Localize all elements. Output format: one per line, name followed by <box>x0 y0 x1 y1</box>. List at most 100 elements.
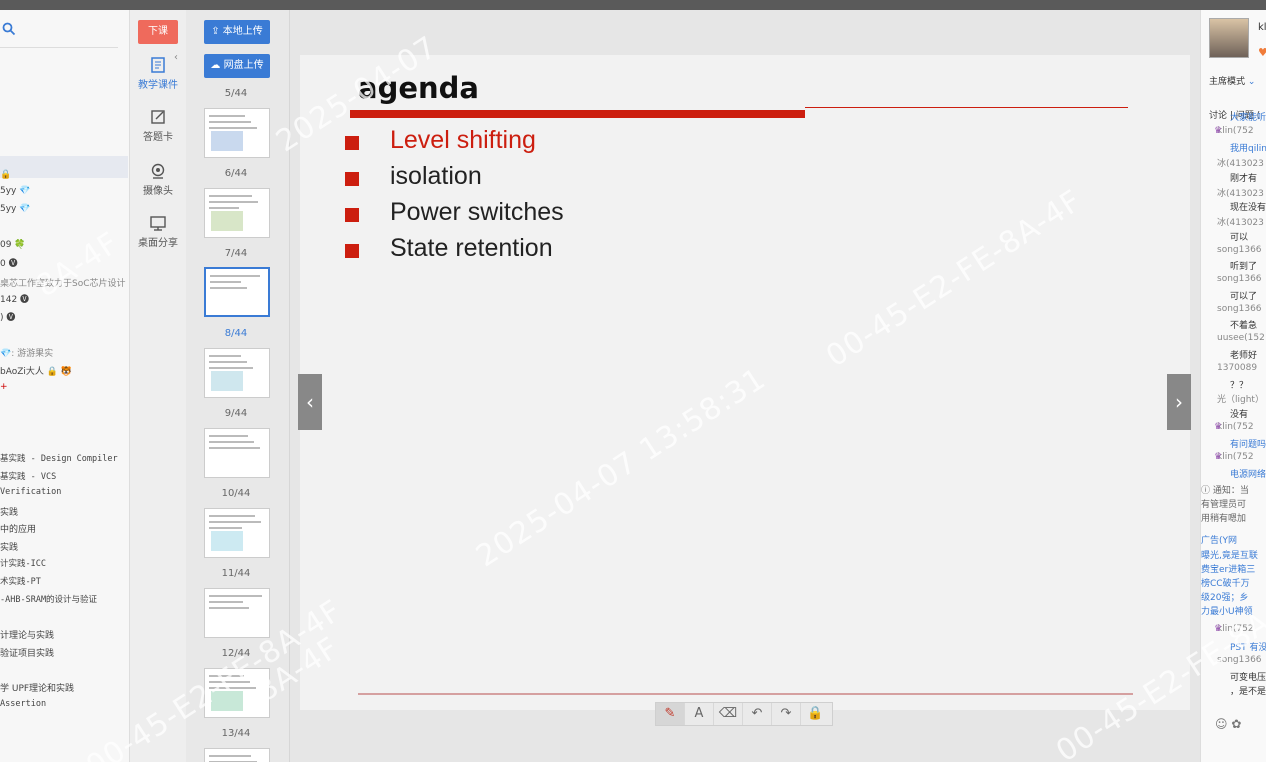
course-list-item[interactable]: ) 🅥 <box>0 310 15 323</box>
page-number: 8/44 <box>224 328 248 339</box>
course-list-item[interactable]: Assertion <box>0 699 46 709</box>
redo-icon[interactable]: ↷ <box>772 703 801 725</box>
chevron-right-icon: › <box>1175 390 1183 414</box>
course-list-item[interactable]: 桌芯工作室致力于SoC芯片设计 <box>0 276 126 289</box>
chat-message: 老师好 <box>1230 351 1258 361</box>
course-list-item[interactable]: 基实践 - Design Compiler <box>0 452 118 464</box>
page-number: 11/44 <box>221 568 251 579</box>
settings-icon[interactable]: ✿ <box>1231 717 1241 731</box>
page-number: 9/44 <box>224 408 248 419</box>
course-list-item[interactable]: bAoZi大人 🔒 🐯 <box>0 364 72 377</box>
chat-message: 光（light） <box>1217 395 1264 405</box>
chat-message: 广告(Y网 <box>1201 536 1238 546</box>
selected-list-item[interactable] <box>0 156 128 178</box>
chat-message: 有问题吗 <box>1230 440 1266 450</box>
chat-message: ？？ <box>1230 381 1249 391</box>
course-list-item[interactable]: 142 🅥 <box>0 292 29 305</box>
upload-icon: ⇪ <box>211 26 220 37</box>
search-divider <box>0 47 118 48</box>
slide-footer-line <box>358 693 1133 695</box>
text-icon[interactable]: A <box>685 703 714 725</box>
course-list-item[interactable]: Verification <box>0 487 61 497</box>
course-list-item[interactable]: 计理论与实践 <box>0 628 54 641</box>
slide-thumbnail[interactable] <box>204 267 270 317</box>
pen-icon[interactable]: ✎ <box>656 703 685 725</box>
chat-message: 刚才有 <box>1230 174 1258 184</box>
course-list-item[interactable]: 5yy 💎 <box>0 186 30 196</box>
local-upload-button[interactable]: ⇪ 本地上传 <box>204 20 270 44</box>
mode-label: 主席模式 <box>1209 77 1246 87</box>
slide-thumbnail[interactable] <box>204 748 270 762</box>
page-number: 10/44 <box>221 488 251 499</box>
course-list-item[interactable]: + <box>0 382 8 392</box>
chat-message: 不着急 <box>1230 321 1258 331</box>
tool-answer-card[interactable]: 答题卡 <box>130 108 186 143</box>
slide-thumbnails-panel: ⇪ 本地上传 ☁ 网盘上传 5/44 6/44 7/44 8/44 9/44 10/44 1… <box>186 10 290 762</box>
chat-message: 现在没有 <box>1230 203 1266 213</box>
answer-card-icon <box>151 110 165 124</box>
course-list-item[interactable]: 中的应用 <box>0 522 36 535</box>
emoji-icon[interactable]: ☺ <box>1215 717 1228 731</box>
slide-thumbnail[interactable] <box>204 428 270 478</box>
page-number: 13/44 <box>221 728 251 739</box>
current-slide: agenda Level shifting isolation Power sw… <box>300 55 1190 710</box>
teacher-name: kl <box>1258 22 1266 33</box>
slide-thumbnail[interactable] <box>204 588 270 638</box>
chat-message: klin(752 <box>1217 422 1254 432</box>
tool-camera[interactable]: 摄像头 <box>130 162 186 197</box>
courseware-icon <box>151 57 165 73</box>
chat-bottom-toolbar: ☺ ✿ <box>1215 717 1241 731</box>
heart-icon[interactable]: ♥ <box>1258 46 1266 59</box>
lock-icon[interactable]: 🔒 <box>801 703 830 725</box>
course-list-item[interactable]: 5yy 💎 <box>0 204 30 214</box>
chat-message: 冰(413023 <box>1217 159 1264 169</box>
bullet-text: State retention <box>390 234 553 262</box>
slide-thumbnail[interactable] <box>204 348 270 398</box>
tool-courseware[interactable]: 教学课件 <box>130 56 186 91</box>
cloud-upload-label: 网盘上传 <box>223 60 264 71</box>
desktop-share-icon <box>150 216 166 231</box>
chevron-left-icon: ‹ <box>306 390 314 414</box>
course-list-item[interactable]: 计实践-ICC <box>0 557 46 569</box>
course-list-item[interactable]: -AHB-SRAM的设计与验证 <box>0 593 97 605</box>
course-list-item[interactable]: 09 🍀 <box>0 240 26 250</box>
undo-icon[interactable]: ↶ <box>743 703 772 725</box>
teacher-avatar[interactable] <box>1209 18 1249 58</box>
end-class-button[interactable]: 下课 <box>138 20 178 44</box>
slide-thumbnail[interactable] <box>204 508 270 558</box>
chat-message: 1370089 <box>1217 363 1258 373</box>
chat-message: klin(752 <box>1217 624 1254 634</box>
chat-message: 级20强；乡 <box>1201 593 1249 603</box>
chat-panel: kl ♥ 主席模式 ⌄ 讨论 | 问题 ( 大家能听klin(752♛我用qil… <box>1200 10 1266 762</box>
course-list-item[interactable]: 术实践-PT <box>0 575 41 587</box>
chat-message: 可以 <box>1230 233 1249 243</box>
chat-message: 没有 <box>1230 410 1249 420</box>
course-list-item[interactable]: 基实践 - VCS <box>0 470 56 482</box>
tool-label: 答题卡 <box>143 132 173 143</box>
tool-desktop-share[interactable]: 桌面分享 <box>130 214 186 249</box>
mode-selector[interactable]: 主席模式 ⌄ <box>1209 74 1255 87</box>
bullet-marker <box>345 244 359 258</box>
course-list-item[interactable]: 实践 <box>0 505 18 518</box>
chat-message: song1366 <box>1217 245 1262 255</box>
previous-slide-button[interactable]: ‹ <box>298 374 322 430</box>
page-number: 12/44 <box>221 648 251 659</box>
course-list-item[interactable]: 验证项目实践 <box>0 646 54 659</box>
cloud-upload-button[interactable]: ☁ 网盘上传 <box>204 54 270 78</box>
next-slide-button[interactable]: › <box>1167 374 1191 430</box>
eraser-icon[interactable]: ⌫ <box>714 703 743 725</box>
chat-message: 我用qilin <box>1230 144 1266 154</box>
slide-thumbnail[interactable] <box>204 188 270 238</box>
course-list-item[interactable]: 0 🅥 <box>0 256 18 269</box>
course-list-item[interactable]: 学 UPF理论和实践 <box>0 681 74 694</box>
bullet-text: isolation <box>390 162 482 190</box>
course-list-item[interactable]: 🔒 <box>0 170 11 180</box>
slide-thumbnail[interactable] <box>204 668 270 718</box>
course-list-item[interactable]: 💎: 游游果实 <box>0 346 53 359</box>
search-icon[interactable] <box>2 22 16 40</box>
slide-thumbnail[interactable] <box>204 108 270 158</box>
chat-message: song1366 <box>1217 274 1262 284</box>
member-badge-icon: ♛ <box>1214 422 1223 432</box>
chat-message: 曝光,竟是互联 <box>1201 551 1258 561</box>
course-list-item[interactable]: 实践 <box>0 540 18 553</box>
